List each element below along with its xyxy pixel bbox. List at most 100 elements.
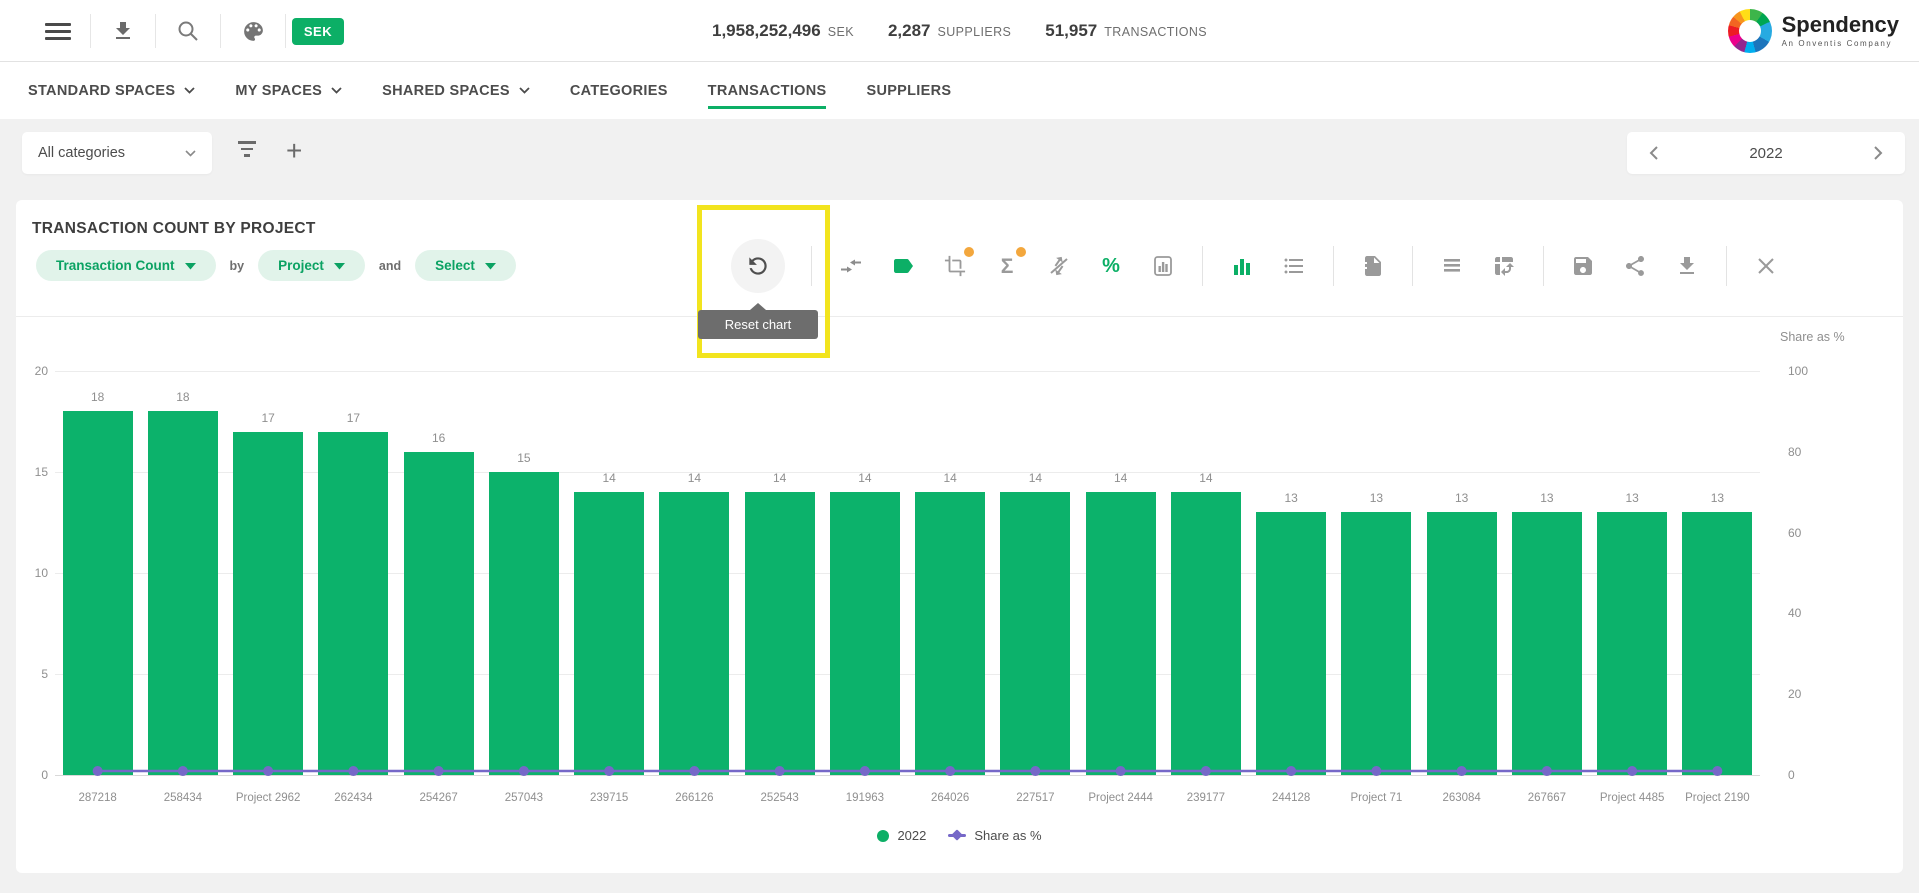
download-icon[interactable] — [91, 19, 155, 43]
stat-suppliers: 2,287 SUPPLIERS — [888, 21, 1011, 41]
bar[interactable] — [233, 432, 303, 775]
spendency-logo: Spendency An Onventis Company — [1728, 9, 1899, 53]
chevron-down-icon — [185, 150, 196, 157]
search-icon[interactable] — [156, 19, 220, 43]
gridline — [55, 371, 1760, 372]
summary-stats: 1,958,252,496 SEK 2,287 SUPPLIERS 51,957… — [712, 0, 1207, 62]
left-axis-tick: 20 — [18, 364, 48, 378]
bar[interactable] — [148, 411, 218, 775]
bar-value-label: 13 — [1455, 491, 1468, 505]
bar[interactable] — [489, 472, 559, 775]
tab-standard-spaces[interactable]: STANDARD SPACES — [28, 77, 195, 105]
top-bar: SEK 1,958,252,496 SEK 2,287 SUPPLIERS 51… — [0, 0, 1919, 62]
bar[interactable] — [1256, 512, 1326, 775]
x-axis-label: 262434 — [334, 792, 372, 804]
bar-value-label: 14 — [1029, 471, 1042, 485]
bar[interactable] — [1341, 512, 1411, 775]
filter-row: All categories + 2022 — [0, 119, 1919, 186]
bar[interactable] — [404, 452, 474, 775]
x-axis-label: 239177 — [1187, 792, 1225, 804]
currency-badge[interactable]: SEK — [292, 18, 344, 45]
left-axis-tick: 5 — [18, 667, 48, 681]
bar-value-label: 14 — [602, 471, 615, 485]
bar-value-label: 13 — [1711, 491, 1724, 505]
right-axis-title: Share as % — [1780, 330, 1845, 344]
bar[interactable] — [574, 492, 644, 775]
bar-value-label: 13 — [1540, 491, 1553, 505]
gridline — [55, 472, 1760, 473]
category-select[interactable]: All categories — [22, 132, 212, 174]
year-selector: 2022 — [1627, 132, 1905, 174]
filter-icon[interactable] — [236, 141, 258, 157]
bar-value-label: 16 — [432, 431, 445, 445]
previous-year-icon[interactable] — [1649, 146, 1658, 160]
bar[interactable] — [1000, 492, 1070, 775]
right-axis-tick: 100 — [1788, 364, 1808, 378]
chart-panel: TRANSACTION COUNT BY PROJECT Transaction… — [16, 200, 1903, 873]
bar[interactable] — [1512, 512, 1582, 775]
bar[interactable] — [63, 411, 133, 775]
gridline — [55, 775, 1760, 776]
right-axis-tick: 0 — [1788, 768, 1795, 782]
left-axis-tick: 15 — [18, 465, 48, 479]
bar[interactable] — [1597, 512, 1667, 775]
right-axis-tick: 20 — [1788, 687, 1801, 701]
chart-legend: 2022 Share as % — [16, 828, 1903, 843]
x-axis-label: 267667 — [1528, 792, 1566, 804]
x-axis-label: Project 2444 — [1088, 792, 1153, 804]
x-axis-label: 263084 — [1442, 792, 1480, 804]
stat-transactions: 51,957 TRANSACTIONS — [1045, 21, 1207, 41]
x-axis-label: Project 2190 — [1685, 792, 1750, 804]
tab-my-spaces[interactable]: MY SPACES — [235, 77, 342, 105]
bar[interactable] — [915, 492, 985, 775]
bar-value-label: 18 — [176, 390, 189, 404]
tab-suppliers[interactable]: SUPPLIERS — [866, 77, 951, 105]
bar-value-label: 17 — [261, 411, 274, 425]
bar-value-label: 14 — [1114, 471, 1127, 485]
x-axis-label: 266126 — [675, 792, 713, 804]
right-axis-tick: 60 — [1788, 526, 1801, 540]
legend-item-share[interactable]: Share as % — [948, 828, 1041, 843]
tab-shared-spaces[interactable]: SHARED SPACES — [382, 77, 530, 105]
bar[interactable] — [745, 492, 815, 775]
x-axis-label: 252543 — [760, 792, 798, 804]
x-axis-label: Project 4485 — [1600, 792, 1665, 804]
bar-value-label: 18 — [91, 390, 104, 404]
right-axis-tick: 40 — [1788, 606, 1801, 620]
legend-item-2022[interactable]: 2022 — [877, 828, 926, 843]
bar[interactable] — [1171, 492, 1241, 775]
bar-value-label: 14 — [773, 471, 786, 485]
logo-donut-icon — [1728, 9, 1772, 53]
x-axis-label: 264026 — [931, 792, 969, 804]
bar-value-label: 14 — [858, 471, 871, 485]
right-axis-tick: 80 — [1788, 445, 1801, 459]
x-axis-label: 254267 — [419, 792, 457, 804]
x-axis-label: 257043 — [505, 792, 543, 804]
bar-chart: Share as % 2022 Share as % 0 5 10 15 20 0 20 40… — [16, 200, 1903, 873]
menu-icon[interactable] — [45, 23, 71, 40]
left-axis-tick: 10 — [18, 566, 48, 580]
bar[interactable] — [1682, 512, 1752, 775]
bar[interactable] — [659, 492, 729, 775]
bar-value-label: 14 — [688, 471, 701, 485]
stat-total-spend: 1,958,252,496 SEK — [712, 21, 854, 41]
palette-icon[interactable] — [221, 19, 285, 44]
year-value: 2022 — [1749, 145, 1782, 162]
add-filter-icon[interactable]: + — [286, 131, 302, 171]
bar[interactable] — [1086, 492, 1156, 775]
gridline — [55, 573, 1760, 574]
bar[interactable] — [830, 492, 900, 775]
next-year-icon[interactable] — [1874, 146, 1883, 160]
bar-value-label: 14 — [943, 471, 956, 485]
left-axis-tick: 0 — [18, 768, 48, 782]
bar[interactable] — [1427, 512, 1497, 775]
chevron-down-icon — [331, 87, 342, 94]
tab-transactions[interactable]: TRANSACTIONS — [708, 77, 827, 105]
legend-diamond-icon — [948, 834, 966, 837]
bar[interactable] — [318, 432, 388, 775]
tab-categories[interactable]: CATEGORIES — [570, 77, 668, 105]
chevron-down-icon — [184, 87, 195, 94]
bar-value-label: 17 — [347, 411, 360, 425]
main-nav: STANDARD SPACES MY SPACES SHARED SPACES … — [0, 62, 1919, 119]
bar-value-label: 15 — [517, 451, 530, 465]
